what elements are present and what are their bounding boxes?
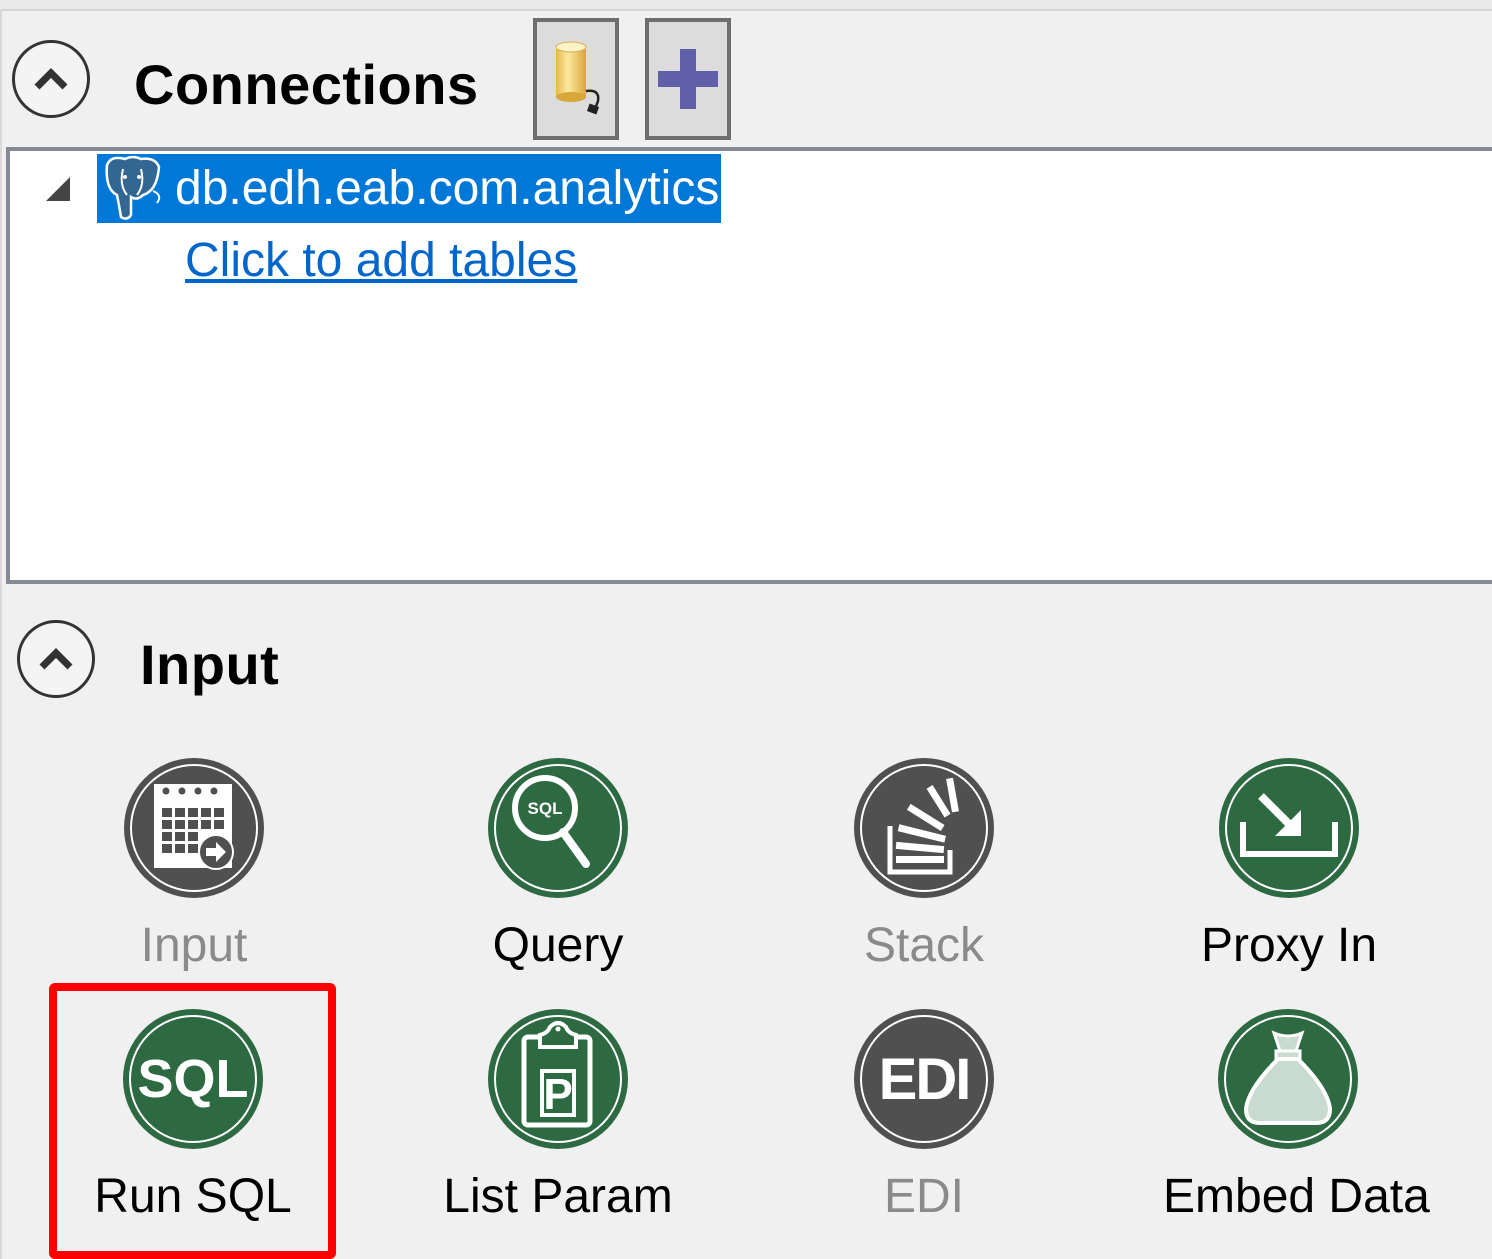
- edi-icon: EDI: [854, 1009, 994, 1149]
- run-sql-highlight-box: [49, 983, 336, 1259]
- tool-proxy-in[interactable]: Proxy In: [1164, 758, 1414, 973]
- connection-label: db.edh.eab.com.analytics: [175, 162, 720, 215]
- tool-label: Input: [140, 919, 248, 972]
- add-connection-button[interactable]: [645, 18, 731, 140]
- tool-embed-data[interactable]: Embed Data: [1163, 1009, 1430, 1224]
- connections-tree[interactable]: db.edh.eab.com.analytics Click to add ta…: [6, 147, 1492, 584]
- chevron-up-icon: [34, 68, 68, 90]
- tool-label: Proxy In: [1200, 919, 1378, 972]
- plus-icon: [658, 49, 718, 109]
- svg-text:SQL: SQL: [528, 799, 563, 818]
- connect-database-button[interactable]: [533, 18, 619, 140]
- input-title: Input: [140, 633, 280, 696]
- stack-icon: [854, 758, 994, 898]
- tool-label: List Param: [443, 1170, 673, 1223]
- left-border: [0, 9, 2, 1259]
- sql-magnifier-icon: SQL: [488, 758, 628, 898]
- tool-list-param[interactable]: P List Param: [433, 1009, 683, 1224]
- postgresql-elephant-icon: [105, 155, 161, 220]
- tool-query[interactable]: SQL Query: [433, 758, 683, 973]
- tool-input[interactable]: Input: [69, 758, 319, 973]
- tree-item-connection[interactable]: db.edh.eab.com.analytics: [97, 154, 722, 223]
- proxy-in-icon: [1219, 758, 1359, 898]
- svg-text:P: P: [543, 1070, 572, 1119]
- connections-title: Connections: [134, 53, 479, 116]
- expanded-triangle-icon[interactable]: [44, 175, 72, 203]
- tool-label: EDI: [883, 1170, 964, 1223]
- calendar-arrow-icon: [124, 758, 264, 898]
- add-tables-link[interactable]: Click to add tables: [185, 233, 577, 288]
- connections-collapse-button[interactable]: [12, 40, 90, 118]
- tool-edi[interactable]: EDI EDI: [799, 1009, 1049, 1224]
- input-collapse-button[interactable]: [17, 620, 95, 698]
- clipboard-p-icon: P: [488, 1009, 628, 1149]
- tool-label: Embed Data: [1163, 1170, 1430, 1223]
- top-border: [0, 0, 1492, 11]
- svg-text:EDI: EDI: [879, 1047, 970, 1112]
- chevron-up-icon: [39, 648, 73, 670]
- tool-label: Query: [492, 919, 624, 972]
- bag-icon: [1218, 1009, 1358, 1149]
- tool-stack[interactable]: Stack: [799, 758, 1049, 973]
- tool-label: Stack: [863, 919, 985, 972]
- database-plug-icon: [555, 41, 600, 115]
